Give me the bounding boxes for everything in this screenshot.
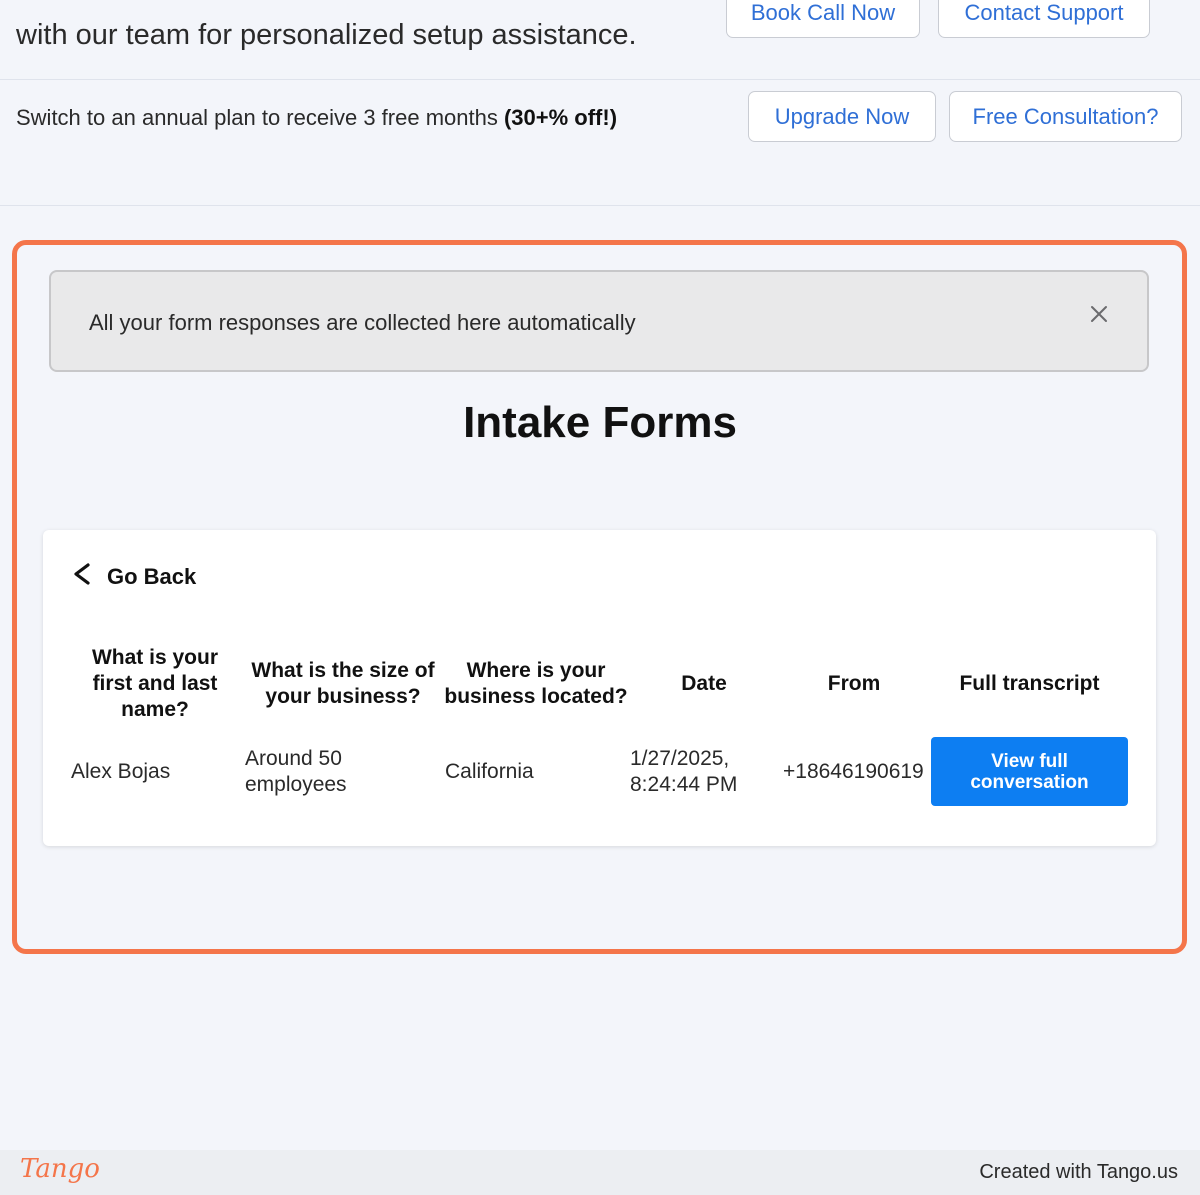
cell-location: California (445, 760, 534, 783)
close-icon[interactable] (1087, 302, 1111, 326)
go-back-label: Go Back (107, 563, 197, 589)
promo-banner: Switch to an annual plan to receive 3 fr… (0, 81, 1200, 206)
tango-logo: Tango (20, 1154, 100, 1184)
setup-banner: with our team for personalized setup ass… (0, 0, 1200, 80)
setup-text: with our team for personalized setup ass… (16, 19, 637, 51)
cell-date: 1/27/2025, 8:24:44 PM (630, 747, 738, 796)
info-banner: All your form responses are collected he… (49, 270, 1149, 372)
book-call-button[interactable]: Book Call Now (726, 0, 920, 38)
column-header-name: What is your first and last name? (91, 646, 218, 721)
contact-support-button[interactable]: Contact Support (938, 0, 1150, 38)
promo-text: Switch to an annual plan to receive 3 fr… (16, 105, 617, 131)
responses-card: Go Back What is your first and last name… (43, 530, 1156, 846)
page-title: Intake Forms (463, 398, 737, 447)
view-full-conversation-button[interactable]: View full conversation (931, 737, 1128, 806)
column-header-date: Date (681, 672, 727, 695)
column-header-location: Where is your business located? (444, 659, 628, 708)
created-with-text: Created with Tango.us (979, 1161, 1178, 1183)
column-header-business-size: What is the size of your business? (251, 659, 435, 708)
upgrade-now-button[interactable]: Upgrade Now (748, 91, 936, 142)
promo-text-main: Switch to an annual plan to receive 3 fr… (16, 105, 504, 130)
free-consultation-button[interactable]: Free Consultation? (949, 91, 1182, 142)
info-banner-text: All your form responses are collected he… (89, 310, 636, 335)
footer: Tango Created with Tango.us (0, 1150, 1200, 1195)
cell-name: Alex Bojas (71, 760, 171, 783)
chevron-left-icon (71, 562, 93, 591)
column-header-transcript: Full transcript (959, 672, 1100, 695)
cell-business-size: Around 50 employees (245, 747, 347, 796)
cell-from: +18646190619 (783, 760, 924, 783)
go-back-button[interactable]: Go Back (71, 562, 196, 591)
promo-discount: (30+% off!) (503, 105, 618, 130)
column-header-from: From (827, 672, 881, 695)
